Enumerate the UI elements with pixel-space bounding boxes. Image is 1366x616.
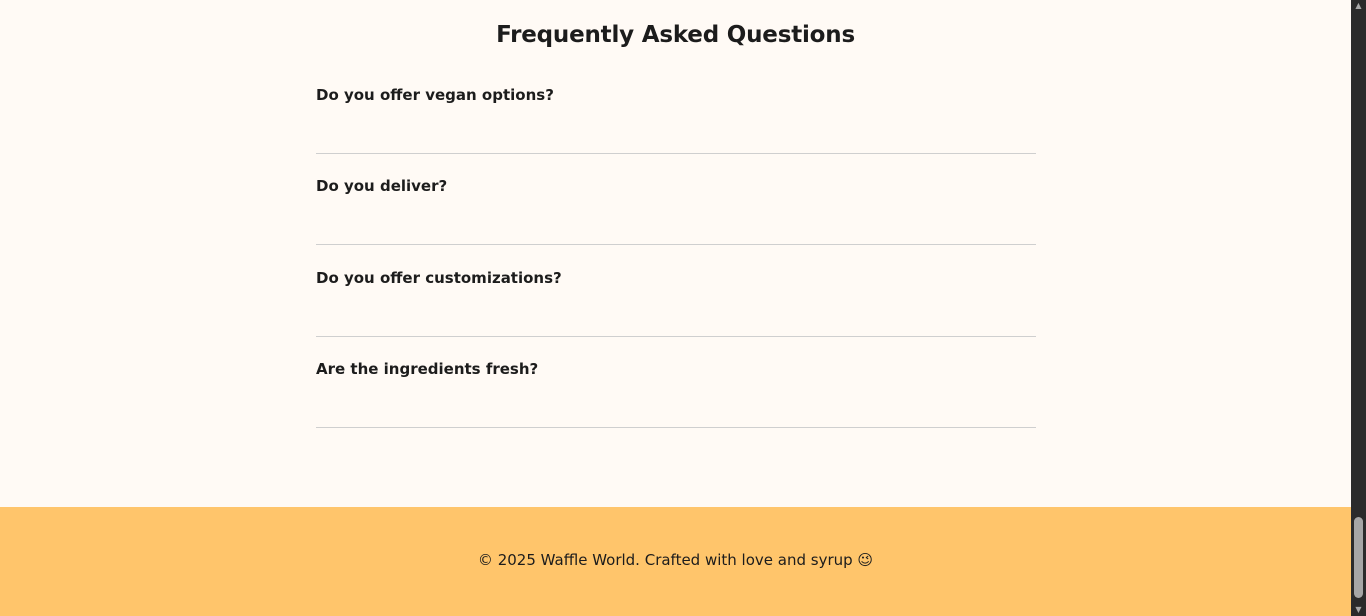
- faq-item-customizations[interactable]: Do you offer customizations?: [316, 269, 1036, 337]
- scroll-up-icon[interactable]: ▲: [1351, 0, 1366, 12]
- faq-title: Frequently Asked Questions: [496, 22, 855, 48]
- site-footer: © 2025 Waffle World. Crafted with love a…: [0, 507, 1351, 616]
- vertical-scrollbar[interactable]: ▲ ▼: [1351, 0, 1366, 616]
- faq-question: Are the ingredients fresh?: [316, 360, 539, 378]
- scroll-down-icon[interactable]: ▼: [1351, 604, 1366, 616]
- faq-question: Do you offer vegan options?: [316, 86, 554, 104]
- scroll-thumb[interactable]: [1354, 517, 1363, 598]
- page-viewport: Frequently Asked Questions Do you offer …: [0, 0, 1351, 616]
- footer-copyright: © 2025 Waffle World. Crafted with love a…: [477, 551, 874, 569]
- faq-question: Do you deliver?: [316, 177, 448, 195]
- faq-item-delivery[interactable]: Do you deliver?: [316, 177, 1036, 245]
- faq-question: Do you offer customizations?: [316, 269, 562, 287]
- faq-item-vegan[interactable]: Do you offer vegan options?: [316, 86, 1036, 154]
- faq-item-ingredients[interactable]: Are the ingredients fresh?: [316, 360, 1036, 428]
